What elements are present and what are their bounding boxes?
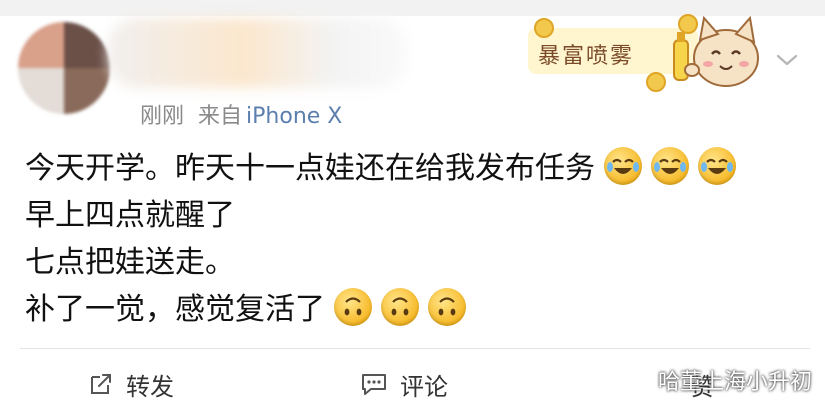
upside-down-face-emoji [428, 288, 466, 326]
decoration-sticker[interactable]: 暴富喷雾 [528, 10, 768, 100]
content-line: 早上四点就醒了 [25, 198, 235, 233]
laugh-cry-emoji [604, 147, 642, 185]
content-line: 七点把娃送走。 [25, 245, 235, 280]
divider [20, 348, 810, 349]
source-prefix: 来自 [198, 104, 243, 129]
source-device-link[interactable]: iPhone X [246, 104, 342, 129]
laugh-cry-emoji [651, 147, 689, 185]
repost-button[interactable]: 转发 [88, 358, 174, 410]
post-time: 刚刚 [140, 104, 185, 129]
share-icon [91, 374, 111, 394]
repost-label: 转发 [126, 372, 174, 401]
laugh-cry-emoji [698, 147, 736, 185]
post-meta: 刚刚 来自 iPhone X [140, 98, 342, 130]
username-blurred[interactable] [108, 18, 408, 88]
watermark: 哈董上海小升初 [628, 364, 812, 396]
upside-down-face-emoji [334, 288, 372, 326]
avatar[interactable] [18, 22, 110, 114]
chevron-down-icon[interactable] [776, 52, 798, 68]
comment-button[interactable]: 评论 [360, 358, 448, 410]
wechat-icon [628, 370, 652, 389]
cat-icon [673, 15, 759, 87]
content-line: 今天开学。昨天十一点娃还在给我发布任务 [25, 145, 815, 192]
content-line: 补了一觉，感觉复活了 [25, 286, 815, 333]
sticker-text: 暴富喷雾 [538, 44, 635, 69]
comment-label: 评论 [400, 372, 448, 401]
upside-down-face-emoji [381, 288, 419, 326]
watermark-text: 哈董上海小升初 [658, 370, 813, 395]
post-content: 今天开学。昨天十一点娃还在给我发布任务 早上四点就醒了 七点把娃送走。 补了一觉… [25, 145, 815, 333]
comment-icon [362, 374, 386, 395]
